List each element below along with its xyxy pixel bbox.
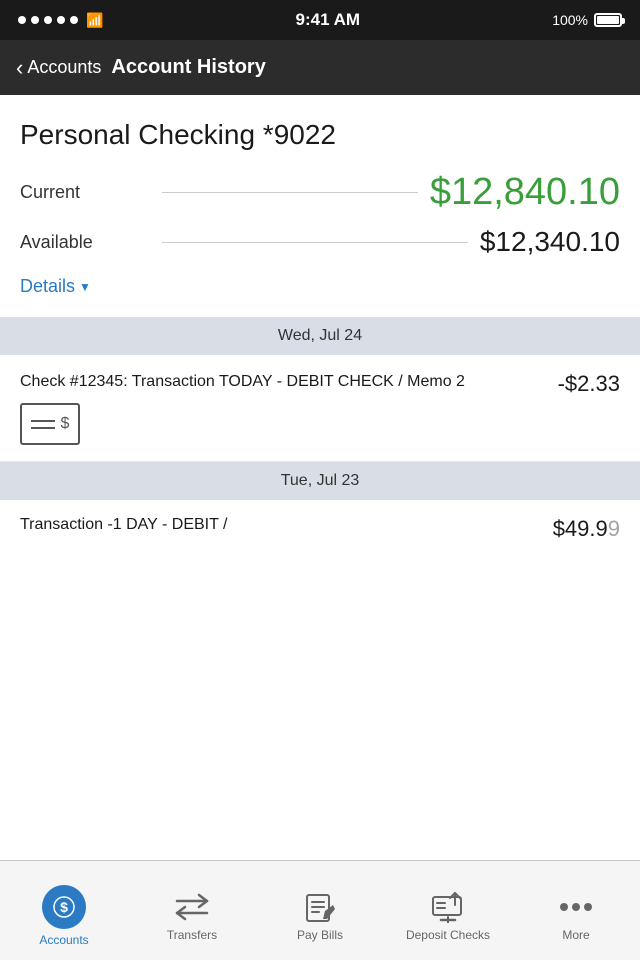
page-title: Account History: [111, 56, 265, 79]
battery-icon: [594, 13, 622, 27]
signal-dots: [18, 16, 78, 24]
current-divider: [162, 192, 418, 193]
details-label: Details: [20, 276, 75, 297]
status-bar: 📶 9:41 AM 100%: [0, 0, 640, 40]
current-amount: $12,840.10: [430, 171, 620, 214]
account-header: Personal Checking *9022 Current $12,840.…: [0, 95, 640, 317]
check-icon: $: [20, 403, 80, 445]
details-chevron-icon: ▼: [79, 280, 91, 294]
more-icon: [559, 890, 593, 924]
back-button[interactable]: ‹ Accounts: [16, 55, 101, 81]
transaction-row-partial[interactable]: Transaction -1 DAY - DEBIT / $49.99: [0, 500, 640, 560]
check-lines: [31, 420, 55, 429]
tab-transfers[interactable]: Transfers: [128, 861, 256, 960]
status-right: 100%: [552, 12, 622, 28]
tab-paybills[interactable]: Pay Bills: [256, 861, 384, 960]
paybills-icon: [303, 890, 337, 924]
tab-bar: $ Accounts Transfers Pay Bi: [0, 860, 640, 960]
available-divider: [162, 242, 468, 243]
current-label: Current: [20, 182, 150, 203]
back-chevron-icon: ‹: [16, 55, 23, 81]
transaction-details: Check #12345: Transaction TODAY - DEBIT …: [20, 371, 546, 445]
accounts-icon-bg: $: [42, 885, 86, 929]
section-date-wed: Wed, Jul 24: [278, 327, 362, 344]
tab-more[interactable]: More: [512, 861, 640, 960]
available-label: Available: [20, 232, 150, 253]
status-time: 9:41 AM: [296, 10, 361, 30]
svg-text:$: $: [60, 899, 68, 915]
available-balance-row: Available $12,340.10: [20, 226, 620, 258]
status-left: 📶: [18, 12, 103, 29]
tab-accounts[interactable]: $ Accounts: [0, 861, 128, 960]
deposit-icon: [431, 890, 465, 924]
tab-transfers-label: Transfers: [167, 928, 217, 942]
details-button[interactable]: Details ▼: [20, 276, 91, 297]
tab-deposit-label: Deposit Checks: [406, 928, 490, 942]
transaction-amount-partial: $49.99: [553, 516, 620, 542]
tab-more-label: More: [562, 928, 589, 942]
account-name: Personal Checking *9022: [20, 119, 620, 151]
section-header-tue: Tue, Jul 23: [0, 462, 640, 500]
nav-bar: ‹ Accounts Account History: [0, 40, 640, 95]
transaction-amount: -$2.33: [558, 371, 620, 397]
transfers-icon: [175, 890, 209, 924]
available-amount: $12,340.10: [480, 226, 620, 258]
tab-accounts-label: Accounts: [39, 933, 88, 947]
transaction-row[interactable]: Check #12345: Transaction TODAY - DEBIT …: [0, 355, 640, 462]
dollar-icon: $: [53, 896, 75, 918]
back-label[interactable]: Accounts: [27, 57, 101, 78]
section-header-wed: Wed, Jul 24: [0, 317, 640, 355]
tab-paybills-label: Pay Bills: [297, 928, 343, 942]
transaction-description: Check #12345: Transaction TODAY - DEBIT …: [20, 371, 546, 393]
tab-deposit[interactable]: Deposit Checks: [384, 861, 512, 960]
current-balance-row: Current $12,840.10: [20, 171, 620, 214]
check-dollar-sign: $: [61, 415, 70, 433]
transaction-description-partial: Transaction -1 DAY - DEBIT /: [20, 516, 553, 534]
section-date-tue: Tue, Jul 23: [281, 472, 360, 489]
battery-percentage: 100%: [552, 12, 588, 28]
wifi-icon: 📶: [86, 12, 103, 29]
